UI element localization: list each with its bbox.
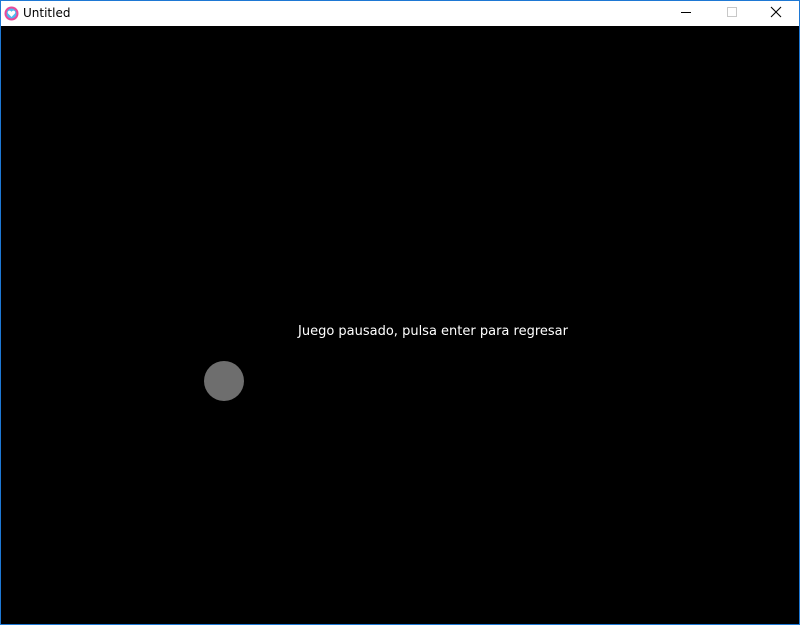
app-window: Untitled Juego pausado, pulsa enter para… [0, 0, 800, 625]
window-title: Untitled [23, 6, 71, 20]
game-ball [204, 361, 244, 401]
minimize-button[interactable] [663, 1, 709, 26]
close-icon [770, 5, 782, 23]
maximize-icon [726, 5, 738, 23]
title-bar[interactable]: Untitled [1, 1, 799, 26]
game-canvas[interactable]: Juego pausado, pulsa enter para regresar [1, 26, 799, 624]
close-button[interactable] [753, 1, 799, 26]
minimize-icon [680, 5, 692, 23]
maximize-button[interactable] [709, 1, 755, 26]
pause-message: Juego pausado, pulsa enter para regresar [298, 324, 568, 339]
heart-app-icon [4, 6, 19, 21]
